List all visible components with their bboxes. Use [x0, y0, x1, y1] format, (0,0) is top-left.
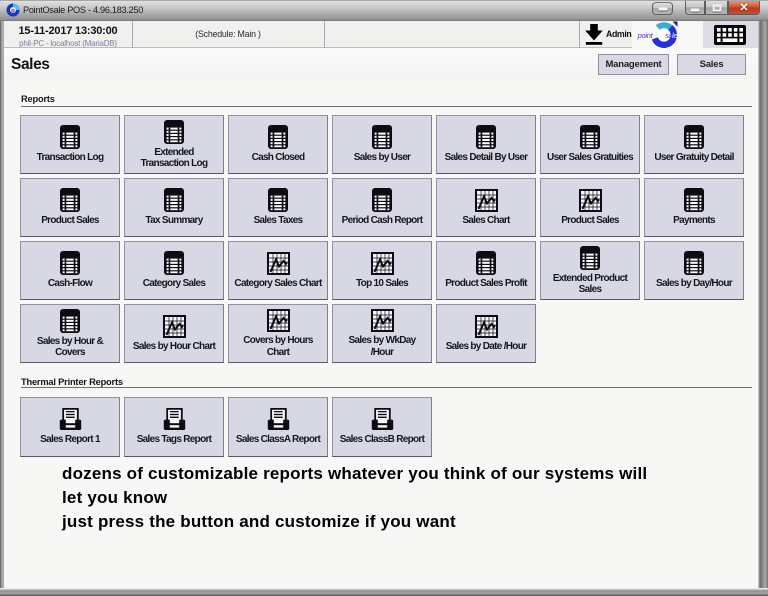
- svg-text:point: point: [637, 31, 654, 40]
- svg-text:o: o: [11, 9, 15, 15]
- svg-text:le: le: [672, 31, 677, 40]
